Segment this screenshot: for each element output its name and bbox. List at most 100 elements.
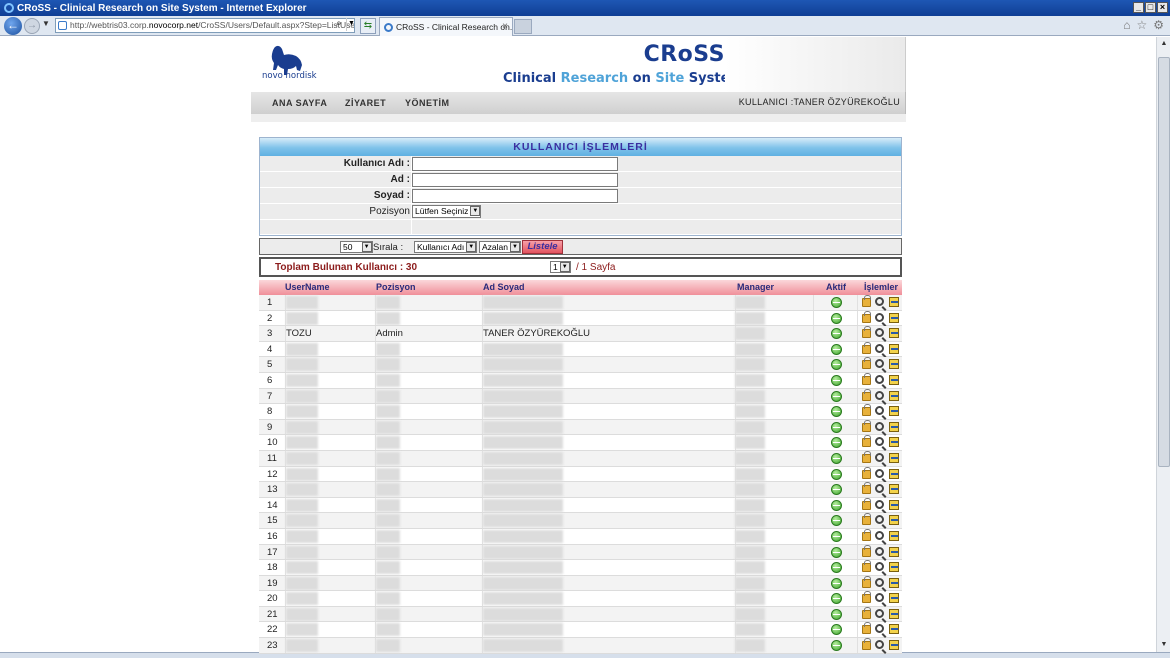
lock-icon[interactable] (862, 560, 871, 573)
edit-icon[interactable] (889, 499, 899, 510)
magnifier-icon[interactable] (875, 452, 884, 462)
magnifier-icon[interactable] (875, 499, 884, 509)
tools-gear-icon[interactable]: ⚙ (1153, 18, 1164, 32)
magnifier-icon[interactable] (875, 484, 884, 494)
lock-icon[interactable] (862, 544, 871, 557)
magnifier-icon[interactable] (875, 468, 884, 478)
lock-icon[interactable] (862, 435, 871, 448)
magnifier-icon[interactable] (875, 562, 884, 572)
menu-ana-sayfa[interactable]: ANA SAYFA (272, 98, 327, 108)
lock-icon[interactable] (862, 295, 871, 307)
menu-yonetim[interactable]: YÖNETİM (405, 98, 450, 108)
col-position[interactable]: Pozisyon (376, 282, 416, 292)
page-select[interactable]: 1 ▼ (550, 261, 571, 273)
username-input[interactable] (412, 157, 618, 171)
col-username[interactable]: UserName (285, 282, 330, 292)
edit-icon[interactable] (889, 390, 899, 401)
edit-icon[interactable] (889, 562, 899, 573)
lock-icon[interactable] (862, 310, 871, 323)
edit-icon[interactable] (889, 297, 899, 307)
close-icon[interactable]: × (1157, 2, 1168, 13)
edit-icon[interactable] (889, 328, 899, 339)
address-dropdown-icon[interactable]: ▼ (346, 18, 356, 31)
surname-input[interactable] (412, 189, 618, 203)
edit-icon[interactable] (889, 515, 899, 526)
lock-icon[interactable] (862, 450, 871, 463)
lock-icon[interactable] (862, 528, 871, 541)
magnifier-icon[interactable] (875, 312, 884, 322)
lock-icon[interactable] (862, 372, 871, 385)
scroll-up-icon[interactable]: ▲ (1158, 38, 1170, 50)
home-icon[interactable]: ⌂ (1123, 18, 1130, 32)
edit-icon[interactable] (889, 343, 899, 354)
edit-icon[interactable] (889, 484, 899, 495)
back-arrow-icon[interactable]: ← (4, 17, 22, 35)
lock-icon[interactable] (862, 513, 871, 526)
edit-icon[interactable] (889, 468, 899, 479)
magnifier-icon[interactable] (875, 608, 884, 618)
scroll-thumb[interactable] (1158, 57, 1170, 467)
lock-icon[interactable] (862, 638, 871, 651)
forward-arrow-icon[interactable]: → (24, 18, 40, 34)
lock-icon[interactable] (862, 388, 871, 401)
lock-icon[interactable] (862, 466, 871, 479)
lock-icon[interactable] (862, 622, 871, 635)
list-button[interactable]: Listele (522, 240, 563, 254)
magnifier-icon[interactable] (875, 437, 884, 447)
menu-ziyaret[interactable]: ZİYARET (345, 98, 386, 108)
lock-icon[interactable] (862, 591, 871, 604)
lock-icon[interactable] (862, 575, 871, 588)
lock-icon[interactable] (862, 482, 871, 495)
edit-icon[interactable] (889, 546, 899, 557)
magnifier-icon[interactable] (875, 343, 884, 353)
magnifier-icon[interactable] (875, 297, 884, 306)
refresh-icon[interactable]: ⇆ (360, 18, 376, 34)
magnifier-icon[interactable] (875, 328, 884, 338)
edit-icon[interactable] (889, 593, 899, 604)
magnifier-icon[interactable] (875, 515, 884, 525)
sort-field-select[interactable]: Kullanıcı Adı ▼ (414, 241, 478, 253)
lock-icon[interactable] (862, 497, 871, 510)
col-fullname[interactable]: Ad Soyad (483, 282, 525, 292)
position-select[interactable]: Lütfen Seçiniz ▼ (412, 205, 482, 218)
edit-icon[interactable] (889, 577, 899, 588)
tab-close-icon[interactable]: × (502, 18, 508, 36)
magnifier-icon[interactable] (875, 406, 884, 416)
lock-icon[interactable] (862, 357, 871, 370)
edit-icon[interactable] (889, 452, 899, 463)
magnifier-icon[interactable] (875, 359, 884, 369)
name-input[interactable] (412, 173, 618, 187)
minimize-icon[interactable]: _ (1133, 2, 1144, 13)
vertical-scrollbar[interactable]: ▲ ▼ (1156, 37, 1170, 652)
lock-icon[interactable] (862, 606, 871, 619)
edit-icon[interactable] (889, 640, 899, 651)
magnifier-icon[interactable] (875, 374, 884, 384)
page-size-select[interactable]: 50 ▼ (340, 241, 373, 253)
favorites-star-icon[interactable]: ☆ (1136, 18, 1147, 32)
edit-icon[interactable] (889, 374, 899, 385)
edit-icon[interactable] (889, 421, 899, 432)
edit-icon[interactable] (889, 530, 899, 541)
lock-icon[interactable] (862, 404, 871, 417)
magnifier-icon[interactable] (875, 593, 884, 603)
edit-icon[interactable] (889, 312, 899, 323)
magnifier-icon[interactable] (875, 577, 884, 587)
scroll-down-icon[interactable]: ▼ (1158, 639, 1170, 651)
col-manager[interactable]: Manager (737, 282, 774, 292)
magnifier-icon[interactable] (875, 546, 884, 556)
magnifier-icon[interactable] (875, 624, 884, 634)
lock-icon[interactable] (862, 326, 871, 339)
maximize-icon[interactable]: □ (1145, 2, 1156, 13)
edit-icon[interactable] (889, 608, 899, 619)
browser-tab[interactable]: CRoSS - Clinical Research on... × (379, 17, 513, 36)
address-bar[interactable]: http://webtris03.corp.novocorp.net/CroSS… (55, 18, 355, 33)
lock-icon[interactable] (862, 341, 871, 354)
edit-icon[interactable] (889, 624, 899, 635)
sort-order-select[interactable]: Azalan ▼ (479, 241, 521, 253)
magnifier-icon[interactable] (875, 421, 884, 431)
edit-icon[interactable] (889, 406, 899, 417)
magnifier-icon[interactable] (875, 530, 884, 540)
edit-icon[interactable] (889, 359, 899, 370)
lock-icon[interactable] (862, 419, 871, 432)
history-dropdown-icon[interactable]: ▼ (42, 19, 50, 28)
